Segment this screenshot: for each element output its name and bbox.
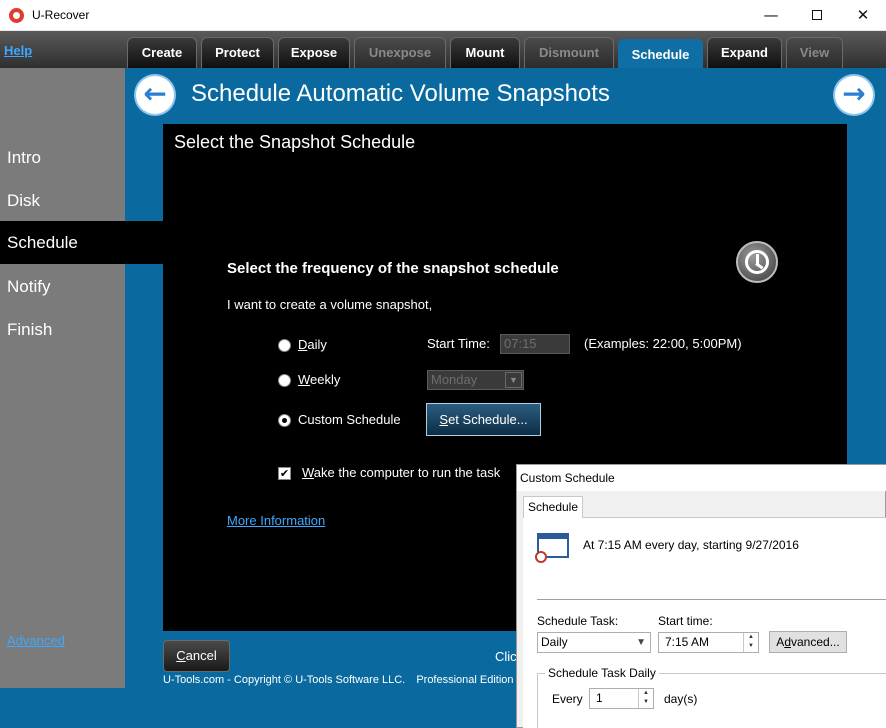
tab-schedule[interactable]: Schedule [618, 39, 703, 68]
window-title: U-Recover [32, 8, 90, 22]
copyright-text: U-Tools.com - Copyright © U-Tools Softwa… [163, 674, 406, 686]
toolbar: Help Create Protect Expose Unexpose Moun… [0, 31, 886, 68]
custom-schedule-radio[interactable] [278, 414, 291, 427]
back-arrow-button[interactable]: ← [136, 76, 174, 114]
chevron-down-icon: ▼ [505, 372, 522, 388]
edition-text: Professional Edition [416, 674, 514, 686]
custom-schedule-label[interactable]: Custom Schedule [298, 412, 401, 427]
page-title: Schedule Automatic Volume Snapshots [191, 80, 610, 107]
tab-expand[interactable]: Expand [707, 37, 782, 68]
close-button[interactable]: ✕ [840, 0, 886, 31]
set-schedule-button[interactable]: Set Schedule... [426, 403, 541, 436]
schedule-task-select[interactable]: Daily ▼ [537, 632, 651, 653]
divider [537, 599, 886, 600]
tab-expose[interactable]: Expose [278, 37, 350, 68]
daily-label[interactable]: Daily [298, 337, 327, 352]
weekday-select[interactable]: Monday ▼ [427, 370, 524, 390]
schedule-task-label: Schedule Task: [537, 614, 619, 628]
lifebuoy-icon [9, 8, 24, 23]
clock-icon [736, 241, 778, 283]
time-examples: (Examples: 22:00, 5:00PM) [584, 336, 742, 351]
chevron-down-icon: ▼ [636, 637, 646, 648]
frequency-heading: Select the frequency of the snapshot sch… [227, 260, 559, 277]
weekday-value: Monday [431, 372, 478, 387]
tab-dismount[interactable]: Dismount [524, 37, 614, 68]
tab-create[interactable]: Create [127, 37, 197, 68]
click-hint-text: Clic [495, 649, 517, 664]
days-label: day(s) [664, 692, 698, 706]
maximize-button[interactable] [794, 0, 840, 31]
custom-schedule-dialog: Custom Schedule Schedule At 7:15 AM ever… [516, 464, 886, 728]
next-arrow-button[interactable]: → [835, 76, 873, 114]
panel-title: Select the Snapshot Schedule [174, 132, 416, 152]
wake-checkbox[interactable]: ✔ [278, 467, 291, 480]
dialog-start-time-spinner[interactable]: 7:15 AM ▲ ▼ [658, 632, 759, 653]
maximize-icon [812, 10, 822, 20]
title-bar: U-Recover — ✕ [0, 0, 886, 31]
advanced-link[interactable]: Advanced [7, 633, 65, 648]
tab-view[interactable]: View [786, 37, 843, 68]
schedule-task-value: Daily [541, 635, 568, 649]
dialog-start-time-value: 7:15 AM [665, 635, 710, 649]
group-label: Schedule Task Daily [545, 666, 659, 680]
sidebar-item-schedule[interactable]: Schedule [0, 221, 163, 264]
start-time-input[interactable]: 07:15 [500, 334, 570, 354]
weekly-label[interactable]: Weekly [298, 372, 340, 387]
sidebar-item-finish[interactable]: Finish [0, 308, 163, 351]
spin-down-icon[interactable]: ▼ [639, 698, 653, 707]
minimize-button[interactable]: — [748, 0, 794, 31]
every-days-value: 1 [596, 691, 603, 705]
schedule-summary: At 7:15 AM every day, starting 9/27/2016 [583, 538, 799, 552]
spin-up-icon[interactable]: ▲ [744, 633, 758, 642]
sidebar-item-disk[interactable]: Disk [0, 179, 163, 222]
spin-up-icon[interactable]: ▲ [639, 689, 653, 698]
every-label: Every [552, 692, 583, 706]
wake-label[interactable]: Wake the computer to run the task [302, 465, 500, 480]
dialog-start-time-label: Start time: [658, 614, 713, 628]
tab-schedule-dialog[interactable]: Schedule [523, 496, 583, 518]
cancel-button[interactable]: Cancel [163, 640, 230, 672]
weekly-radio[interactable] [278, 374, 291, 387]
footer: U-Tools.com - Copyright © U-Tools Softwa… [163, 674, 514, 686]
dialog-title: Custom Schedule [520, 471, 615, 485]
tab-mount[interactable]: Mount [450, 37, 520, 68]
tab-unexpose[interactable]: Unexpose [354, 37, 446, 68]
intro-text: I want to create a volume snapshot, [227, 297, 433, 312]
clock-badge-icon [535, 551, 547, 563]
start-time-label: Start Time: [427, 336, 490, 351]
advanced-button[interactable]: Advanced... [769, 631, 847, 653]
more-information-link[interactable]: More Information [227, 513, 325, 528]
sidebar-item-intro[interactable]: Intro [0, 136, 163, 179]
daily-radio[interactable] [278, 339, 291, 352]
tab-protect[interactable]: Protect [201, 37, 274, 68]
dialog-title-bar: Custom Schedule [517, 465, 886, 491]
every-days-spinner[interactable]: 1 ▲ ▼ [589, 688, 654, 709]
help-link[interactable]: Help [4, 43, 32, 58]
spin-down-icon[interactable]: ▼ [744, 642, 758, 651]
sidebar-item-notify[interactable]: Notify [0, 265, 163, 308]
